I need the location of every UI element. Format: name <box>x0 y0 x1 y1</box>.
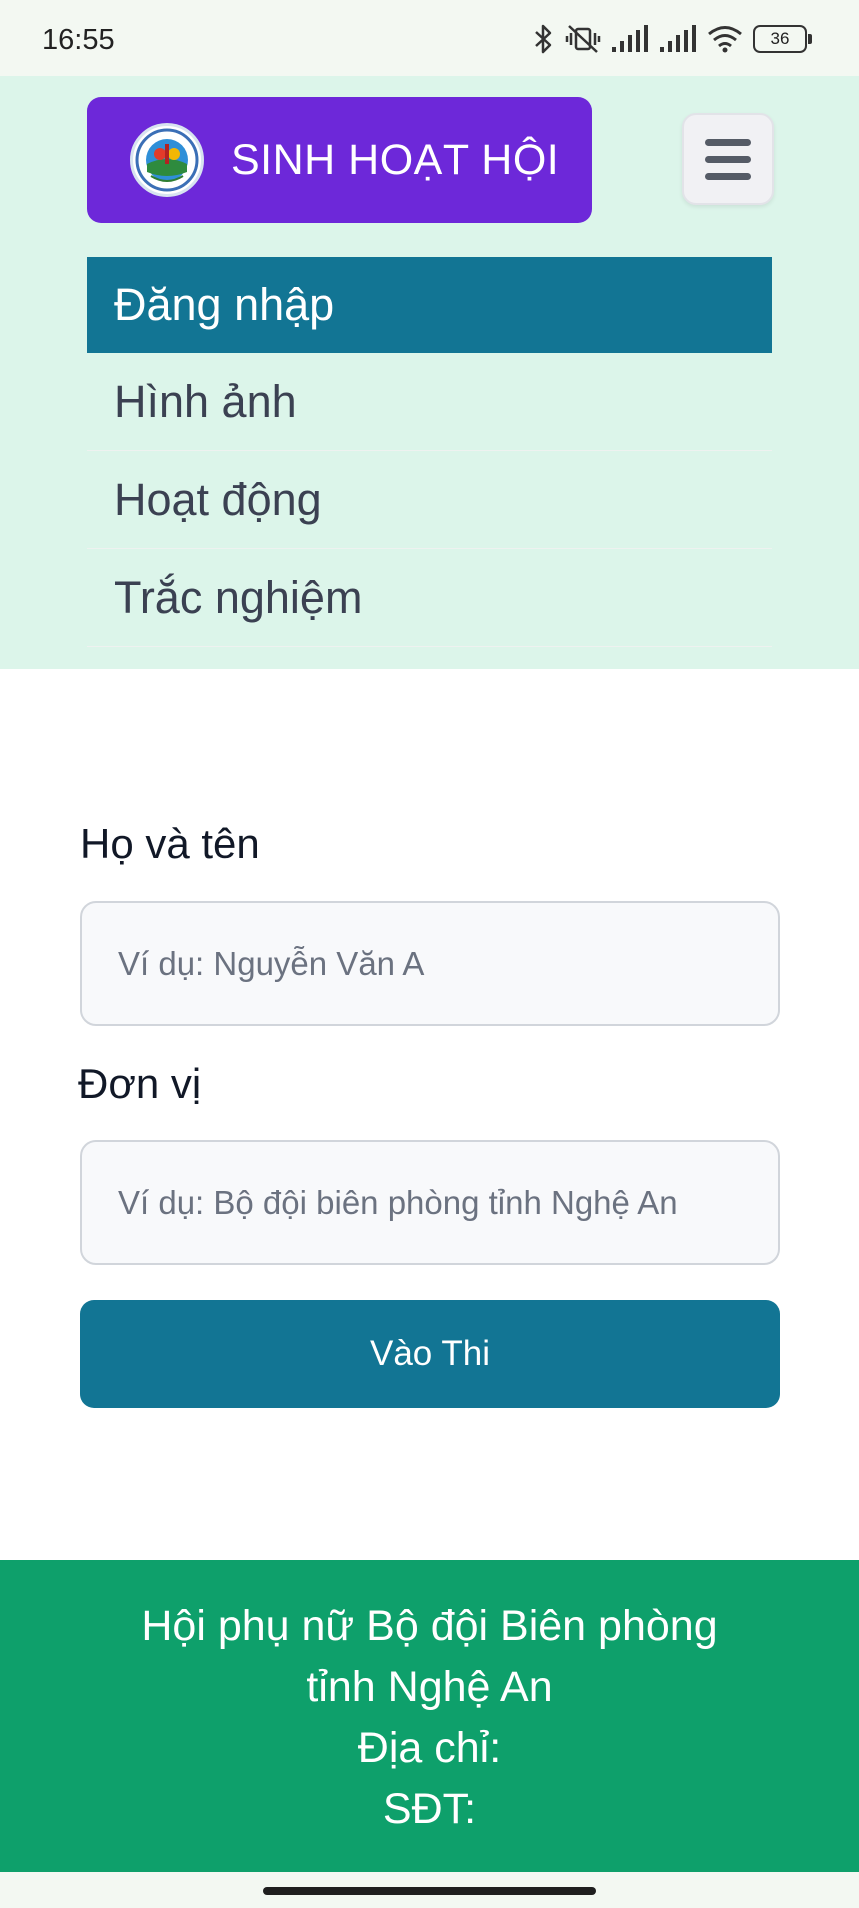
site-footer: Hội phụ nữ Bộ đội Biên phòng tỉnh Nghệ A… <box>0 1560 859 1872</box>
brand-title: SINH HOẠT HỘI <box>231 135 560 184</box>
start-exam-button[interactable]: Vào Thi <box>80 1300 780 1408</box>
status-bar: 16:55 36 <box>0 0 859 76</box>
signal-icon <box>660 25 696 52</box>
nav-item-activities[interactable]: Hoạt động <box>87 451 772 549</box>
brand-link[interactable]: SINH HOẠT HỘI <box>87 97 592 223</box>
nav-item-login[interactable]: Đăng nhập <box>87 257 772 353</box>
wifi-icon <box>708 26 742 53</box>
site-header: SINH HOẠT HỘI Đăng nhập Hình ảnh Hoạt độ… <box>0 76 859 669</box>
name-label: Họ và tên <box>80 820 260 867</box>
status-time: 16:55 <box>42 24 115 56</box>
unit-label: Đơn vị <box>78 1060 202 1107</box>
footer-phone: SĐT: <box>382 1785 477 1833</box>
gesture-navigation-area <box>0 1872 859 1908</box>
hamburger-menu-button[interactable] <box>682 113 774 205</box>
footer-address: Địa chỉ: <box>357 1724 502 1772</box>
main-nav: Đăng nhập Hình ảnh Hoạt động Trắc nghiệm <box>87 257 772 647</box>
full-name-input[interactable] <box>80 901 780 1026</box>
nav-item-images[interactable]: Hình ảnh <box>87 353 772 451</box>
hamburger-line-icon <box>705 138 751 146</box>
border-guard-logo-icon <box>130 123 204 197</box>
home-gesture-bar[interactable] <box>263 1887 596 1895</box>
status-icons: 36 <box>533 22 812 56</box>
footer-org-name: Hội phụ nữ Bộ đội Biên phòng <box>141 1602 718 1650</box>
footer-org-province: tỉnh Nghệ An <box>306 1663 553 1711</box>
unit-input[interactable] <box>80 1140 780 1265</box>
silent-vibrate-icon <box>565 25 601 53</box>
hamburger-line-icon <box>705 172 751 180</box>
nav-item-quiz[interactable]: Trắc nghiệm <box>87 549 772 647</box>
hamburger-line-icon <box>705 155 751 163</box>
battery-icon: 36 <box>753 25 812 53</box>
signal-icon <box>612 25 648 52</box>
bluetooth-icon <box>535 24 552 54</box>
